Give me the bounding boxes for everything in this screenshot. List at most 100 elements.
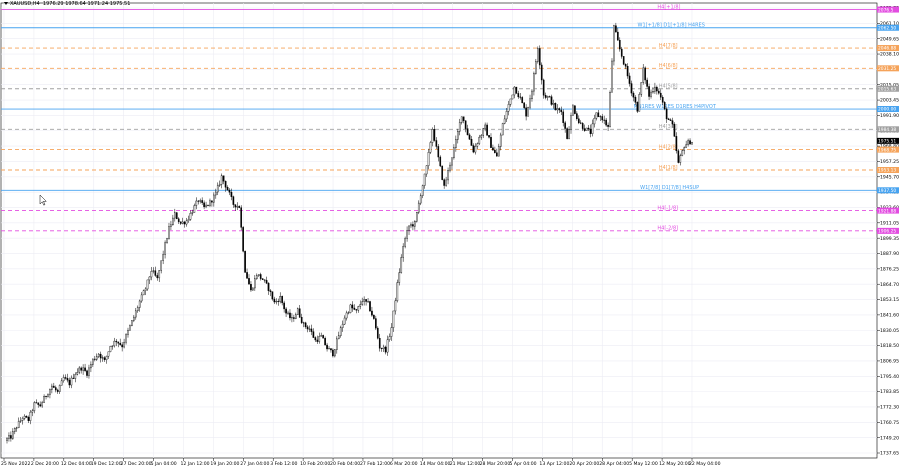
candle-body [242, 227, 244, 252]
candle-body [314, 337, 317, 341]
x-tick-label: 21 Mar 12:00 [450, 461, 481, 467]
candle-body [201, 200, 203, 203]
candle-body [581, 123, 584, 129]
candle-body [458, 122, 461, 132]
x-tick-label: 25 Nov 2022 [1, 461, 30, 467]
candle-body [394, 300, 397, 312]
candle-body [548, 96, 551, 98]
candle-body [558, 108, 561, 111]
candle-body [488, 135, 490, 138]
candle-body [29, 411, 32, 421]
candle-body [636, 102, 639, 112]
candle-body [644, 67, 646, 81]
candle-body [213, 194, 215, 203]
candle-body [341, 323, 344, 328]
candle-body [525, 107, 527, 117]
candle-body [501, 123, 504, 136]
candle-body [240, 207, 243, 228]
chevron-down-icon[interactable] [4, 2, 8, 5]
candle-body [576, 113, 578, 120]
candle-body [628, 75, 631, 84]
candle-body [150, 271, 153, 278]
candle-body [64, 377, 67, 379]
candle-body [56, 389, 59, 392]
level-label: H4[5/8] [659, 84, 678, 90]
candle-body [195, 200, 198, 206]
candle-body [238, 205, 241, 208]
candle-body [591, 123, 594, 134]
candle-body [123, 341, 125, 348]
x-tick-label: 5 Apr 04:00 [510, 461, 537, 467]
candle-body [435, 140, 438, 147]
x-tick-label: 6 Mar 20:00 [390, 461, 418, 467]
candle-body [236, 205, 239, 208]
candle-body [505, 111, 508, 120]
level-price-tag-text: 2062.50 [878, 25, 896, 31]
candle-body [281, 296, 283, 304]
candle-body [220, 175, 223, 185]
candle-body [285, 308, 287, 314]
candle-body [136, 307, 139, 312]
candle-body [378, 337, 381, 349]
candle-body [579, 122, 582, 124]
candle-body [408, 225, 410, 231]
x-tick-label: 14 Mar 04:00 [420, 461, 451, 467]
candle-body [279, 296, 282, 302]
x-tick-label: 5 May 12:00 [629, 461, 658, 467]
candle-body [131, 320, 133, 326]
candle-body [51, 385, 53, 390]
candle-body [421, 185, 424, 196]
candle-body [88, 367, 90, 376]
candle-body [80, 367, 82, 371]
candle-body [211, 200, 213, 203]
candle-body [392, 310, 395, 328]
candle-body [423, 173, 426, 186]
candle-body [376, 327, 379, 339]
candle-body [439, 156, 442, 167]
level-price-tag-text: 1937.50 [878, 188, 896, 194]
candle-body [460, 116, 463, 123]
candle-body [209, 200, 211, 206]
level-price-tag-text: 1968.75 [878, 147, 896, 153]
candle-body [103, 357, 106, 360]
candle-body [609, 92, 611, 127]
candles [6, 22, 693, 444]
candle-body [72, 377, 75, 379]
candle-body [589, 128, 592, 134]
candle-body [154, 270, 157, 276]
candle-body [441, 165, 444, 180]
candle-body [273, 298, 276, 303]
candle-body [400, 257, 403, 273]
level-label: MN1RES W1RES D1RES H4PIVOT [634, 104, 717, 110]
candle-body [99, 353, 102, 359]
candle-body [519, 96, 522, 98]
candle-body [595, 112, 598, 119]
candle-body [53, 385, 55, 388]
y-tick-label: 2003.45 [880, 98, 899, 104]
candle-body [455, 139, 457, 148]
candle-body [345, 312, 348, 319]
candle-body [310, 328, 313, 332]
candle-body [466, 128, 469, 136]
chart-window[interactable]: XAUUSD,H4 1976.29 1978.64 1971.24 1975.5… [0, 0, 900, 468]
candle-body [207, 204, 209, 206]
level-price-tag-text: 1921.88 [878, 208, 896, 214]
candle-body [507, 104, 510, 112]
x-tick-label: 20 Feb 04:00 [330, 461, 360, 467]
candle-body [216, 185, 219, 193]
candle-body [92, 358, 94, 365]
candle-body [283, 302, 285, 310]
candle-body [476, 143, 479, 147]
x-tick-label: 20 Apr 20:00 [569, 461, 599, 467]
candle-body [134, 310, 137, 318]
candle-body [587, 127, 590, 130]
candle-body [673, 123, 676, 137]
level-price-tag-text: 2046.88 [878, 46, 896, 52]
candle-body [113, 340, 116, 347]
x-tick-label: 19 Jan 20:00 [210, 461, 239, 467]
candle-body [8, 435, 10, 439]
candle-body [174, 212, 176, 219]
y-tick-label: 1760.75 [880, 420, 899, 426]
candle-body [659, 92, 662, 98]
candle-body [246, 272, 248, 279]
